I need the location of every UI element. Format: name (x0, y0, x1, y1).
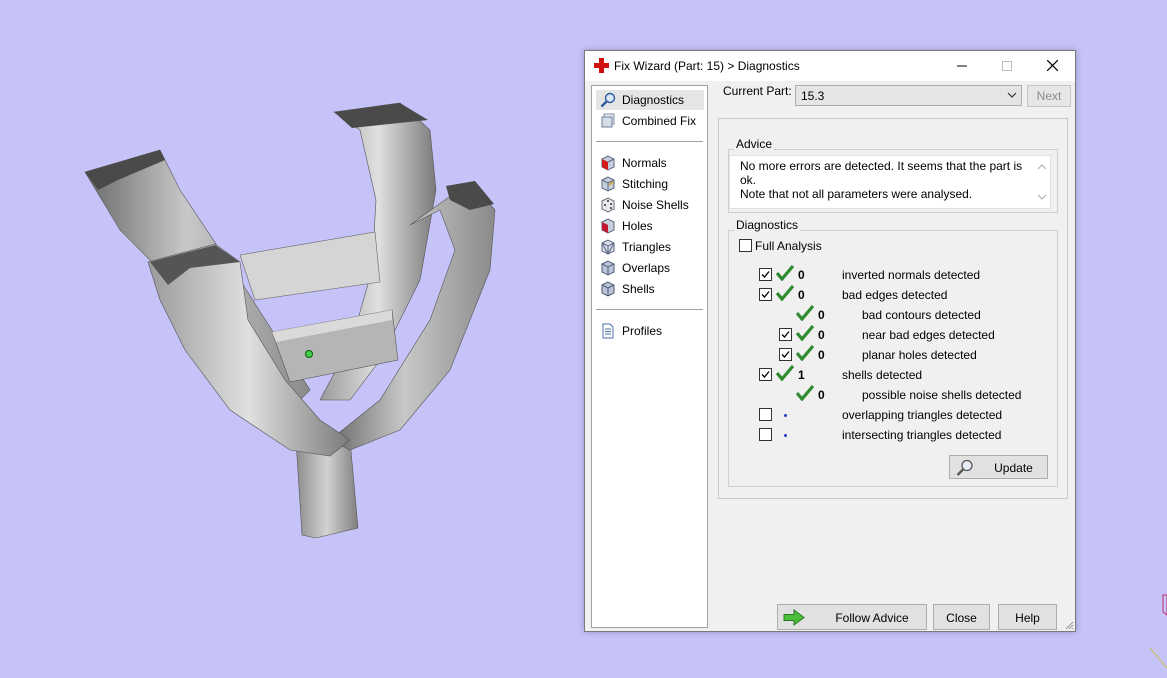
status-ok-check-icon (796, 345, 814, 361)
intersecting-triangles-label: intersecting triangles detected (842, 428, 1002, 442)
shells-label: shells detected (842, 368, 923, 382)
normals-cube-icon (601, 155, 615, 171)
overlapping-triangles-label: overlapping triangles detected (842, 408, 1003, 422)
nav-item-profiles[interactable]: Profiles (596, 321, 704, 341)
diagnostics-group-title: Diagnostics (734, 218, 801, 232)
advice-textbox: No more errors are detected. It seems th… (729, 155, 1051, 209)
inverted-normals-label: inverted normals detected (842, 268, 981, 282)
full-analysis-label: Full Analysis (755, 239, 822, 253)
nav-item-shells[interactable]: Shells (596, 279, 704, 299)
bad-contours-label: bad contours detected (862, 308, 981, 322)
chevron-down-icon (1007, 92, 1017, 98)
advice-line-1: No more errors are detected. It seems th… (740, 159, 1023, 187)
checkmark-icon (761, 371, 770, 378)
wizard-nav-list: Diagnostics Combined Fix Normals Stitchi… (591, 85, 708, 628)
inverted-normals-checkbox[interactable] (759, 268, 772, 281)
full-analysis-checkbox[interactable] (739, 239, 752, 252)
help-button[interactable]: Help (998, 604, 1057, 630)
triangles-cube-icon (601, 239, 615, 255)
close-window-button[interactable] (1030, 51, 1075, 81)
planar-holes-label: planar holes detected (862, 348, 977, 362)
advice-line-2: Note that not all parameters were analys… (740, 187, 973, 201)
maximize-button (984, 51, 1029, 81)
close-icon (1046, 59, 1059, 72)
current-part-value: 15.3 (801, 89, 825, 103)
planar-holes-count: 0 (818, 348, 825, 362)
minimize-button[interactable] (939, 51, 984, 81)
nav-item-overlaps[interactable]: Overlaps (596, 258, 704, 278)
near-bad-edges-checkbox[interactable] (779, 328, 792, 341)
scroll-up-icon[interactable] (1036, 162, 1048, 172)
nav-item-noise-shells[interactable]: Noise Shells (596, 195, 704, 215)
nav-item-normals[interactable]: Normals (596, 153, 704, 173)
red-cross-icon (594, 58, 609, 73)
bad-edges-label: bad edges detected (842, 288, 948, 302)
title-bar[interactable]: Fix Wizard (Part: 15) > Diagnostics (585, 51, 1075, 81)
overlapping-triangles-checkbox[interactable] (759, 408, 772, 421)
stitching-cube-icon (601, 176, 615, 192)
bad-contours-count: 0 (818, 308, 825, 322)
follow-advice-button[interactable]: Follow Advice (777, 604, 927, 630)
status-ok-check-icon (796, 385, 814, 401)
help-label: Help (1015, 611, 1040, 625)
shells-count: 1 (798, 368, 805, 382)
combined-fix-icon (601, 113, 615, 128)
fix-wizard-dialog: Fix Wizard (Part: 15) > Diagnostics Diag… (584, 50, 1076, 632)
nav-separator (596, 309, 703, 310)
nav-item-stitching[interactable]: Stitching (596, 174, 704, 194)
follow-advice-label: Follow Advice (835, 611, 909, 625)
noise-shells-dice-icon (601, 197, 615, 213)
magnifier-icon (600, 92, 616, 108)
overlaps-cube-icon (601, 260, 615, 276)
resize-grip-icon[interactable] (1064, 620, 1074, 630)
maximize-icon (1001, 61, 1012, 71)
update-button[interactable]: Update (949, 455, 1048, 479)
holes-cube-icon (601, 218, 615, 234)
near-bad-edges-count: 0 (818, 328, 825, 342)
nav-item-diagnostics[interactable]: Diagnostics (596, 90, 704, 110)
status-pending-dot (784, 434, 787, 437)
checkmark-icon (761, 291, 770, 298)
scroll-down-icon[interactable] (1036, 192, 1048, 202)
current-part-label: Current Part: (723, 84, 792, 98)
shells-cube-icon (601, 281, 615, 297)
intersecting-triangles-checkbox[interactable] (759, 428, 772, 441)
advice-group-title: Advice (734, 137, 775, 151)
checkmark-icon (781, 351, 790, 358)
checkmark-icon (781, 331, 790, 338)
bad-edges-count: 0 (798, 288, 805, 302)
nav-separator (596, 141, 703, 142)
minimize-icon (956, 65, 967, 67)
planar-holes-checkbox[interactable] (779, 348, 792, 361)
nav-item-holes[interactable]: Holes (596, 216, 704, 236)
status-ok-check-icon (796, 325, 814, 341)
status-ok-check-icon (796, 305, 814, 321)
arrow-right-icon (783, 609, 805, 626)
status-ok-check-icon (776, 265, 794, 281)
noise-shells-label: possible noise shells detected (862, 388, 1022, 402)
current-part-select[interactable]: 15.3 (795, 85, 1022, 106)
status-ok-check-icon (776, 365, 794, 381)
update-label: Update (994, 461, 1033, 475)
bad-edges-checkbox[interactable] (759, 288, 772, 301)
nav-item-combined-fix[interactable]: Combined Fix (596, 111, 704, 131)
status-ok-check-icon (776, 285, 794, 301)
checkmark-icon (761, 271, 770, 278)
profiles-document-icon (602, 323, 614, 339)
close-label: Close (946, 611, 977, 625)
magnifier-icon (956, 459, 973, 476)
near-bad-edges-label: near bad edges detected (862, 328, 995, 342)
nav-item-triangles[interactable]: Triangles (596, 237, 704, 257)
next-button[interactable]: Next (1027, 85, 1071, 107)
noise-shells-count: 0 (818, 388, 825, 402)
status-pending-dot (784, 414, 787, 417)
inverted-normals-count: 0 (798, 268, 805, 282)
shells-checkbox[interactable] (759, 368, 772, 381)
close-button[interactable]: Close (933, 604, 990, 630)
window-title: Fix Wizard (Part: 15) > Diagnostics (614, 59, 800, 73)
